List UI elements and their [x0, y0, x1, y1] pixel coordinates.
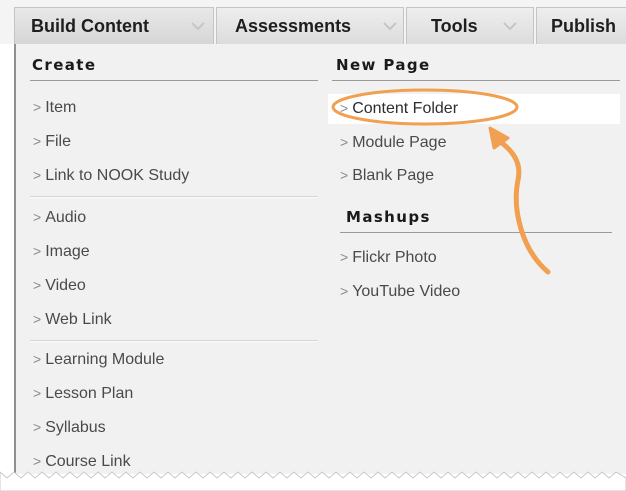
menu-item-flickr-photo[interactable]: > Flickr Photo [340, 246, 437, 268]
menu-item-file[interactable]: > File [33, 130, 71, 152]
chevron-right-icon: > [33, 453, 42, 469]
menu-item-label: Lesson Plan [45, 385, 134, 402]
menu-item-youtube-video[interactable]: > YouTube Video [340, 280, 460, 302]
menu-item-module-page[interactable]: > Module Page [340, 131, 446, 153]
menu-item-lesson-plan[interactable]: > Lesson Plan [33, 382, 133, 404]
divider [30, 340, 318, 342]
tab-label: Assessments [235, 16, 352, 36]
chevron-right-icon: > [33, 167, 42, 183]
divider [30, 196, 318, 198]
tab-label: Publish [551, 16, 617, 36]
tab-publish[interactable]: Publish [536, 7, 626, 44]
chevron-right-icon: > [340, 249, 349, 265]
chevron-right-icon: > [33, 311, 42, 327]
menu-item-audio[interactable]: > Audio [33, 206, 86, 228]
chevron-right-icon: > [33, 277, 42, 293]
menu-item-video[interactable]: > Video [33, 274, 86, 296]
menu-item-link-to-nook-study[interactable]: > Link to NOOK Study [33, 164, 189, 186]
chevron-right-icon: > [340, 134, 349, 150]
menu-item-label: Audio [45, 209, 87, 226]
create-header: Create [32, 56, 97, 74]
chevron-right-icon: > [340, 167, 349, 183]
chevron-right-icon: > [33, 99, 42, 115]
menu-item-label: Image [45, 243, 90, 260]
mashups-header-rule [340, 232, 612, 233]
menu-item-label: Item [45, 99, 77, 116]
menu-item-image[interactable]: > Image [33, 240, 90, 262]
create-header-rule [30, 80, 318, 81]
chevron-right-icon: > [33, 243, 42, 259]
tab-bar: Build Content Assessments Tools Publish [0, 0, 626, 44]
chevron-down-icon [191, 22, 205, 30]
new-page-header-rule [332, 80, 620, 81]
torn-edge [0, 471, 626, 491]
chevron-right-icon: > [340, 100, 349, 116]
menu-item-blank-page[interactable]: > Blank Page [340, 164, 434, 186]
new-page-header: New Page [336, 56, 431, 74]
menu-item-label: Blank Page [352, 167, 435, 184]
chevron-right-icon: > [33, 133, 42, 149]
menu-item-label: Learning Module [45, 351, 165, 368]
mashups-header: Mashups [346, 208, 431, 226]
tab-label: Tools [431, 16, 478, 36]
menu-item-label: Link to NOOK Study [45, 167, 190, 184]
menu-item-label: Syllabus [45, 419, 106, 436]
chevron-right-icon: > [33, 385, 42, 401]
tab-tools[interactable]: Tools [406, 7, 534, 44]
chevron-down-icon [383, 22, 397, 30]
chevron-right-icon: > [33, 351, 42, 367]
menu-item-web-link[interactable]: > Web Link [33, 308, 112, 330]
menu-item-content-folder[interactable]: > Content Folder [340, 97, 458, 119]
menu-item-label: Module Page [352, 134, 447, 151]
menu-item-label: Flickr Photo [352, 249, 437, 266]
menu-item-label: YouTube Video [352, 283, 461, 300]
chevron-right-icon: > [33, 209, 42, 225]
menu-item-learning-module[interactable]: > Learning Module [33, 348, 164, 370]
chevron-right-icon: > [33, 419, 42, 435]
menu-item-item[interactable]: > Item [33, 96, 76, 118]
chevron-right-icon: > [340, 283, 349, 299]
menu-item-label: Web Link [45, 311, 112, 328]
menu-item-label: Video [45, 277, 86, 294]
tab-build-content[interactable]: Build Content [14, 7, 214, 44]
tab-assessments[interactable]: Assessments [216, 7, 404, 44]
tab-label: Build Content [31, 16, 149, 36]
menu-item-label: Content Folder [352, 100, 459, 117]
menu-item-label: File [45, 133, 71, 150]
chevron-down-icon [503, 22, 517, 30]
menu-item-syllabus[interactable]: > Syllabus [33, 416, 106, 438]
